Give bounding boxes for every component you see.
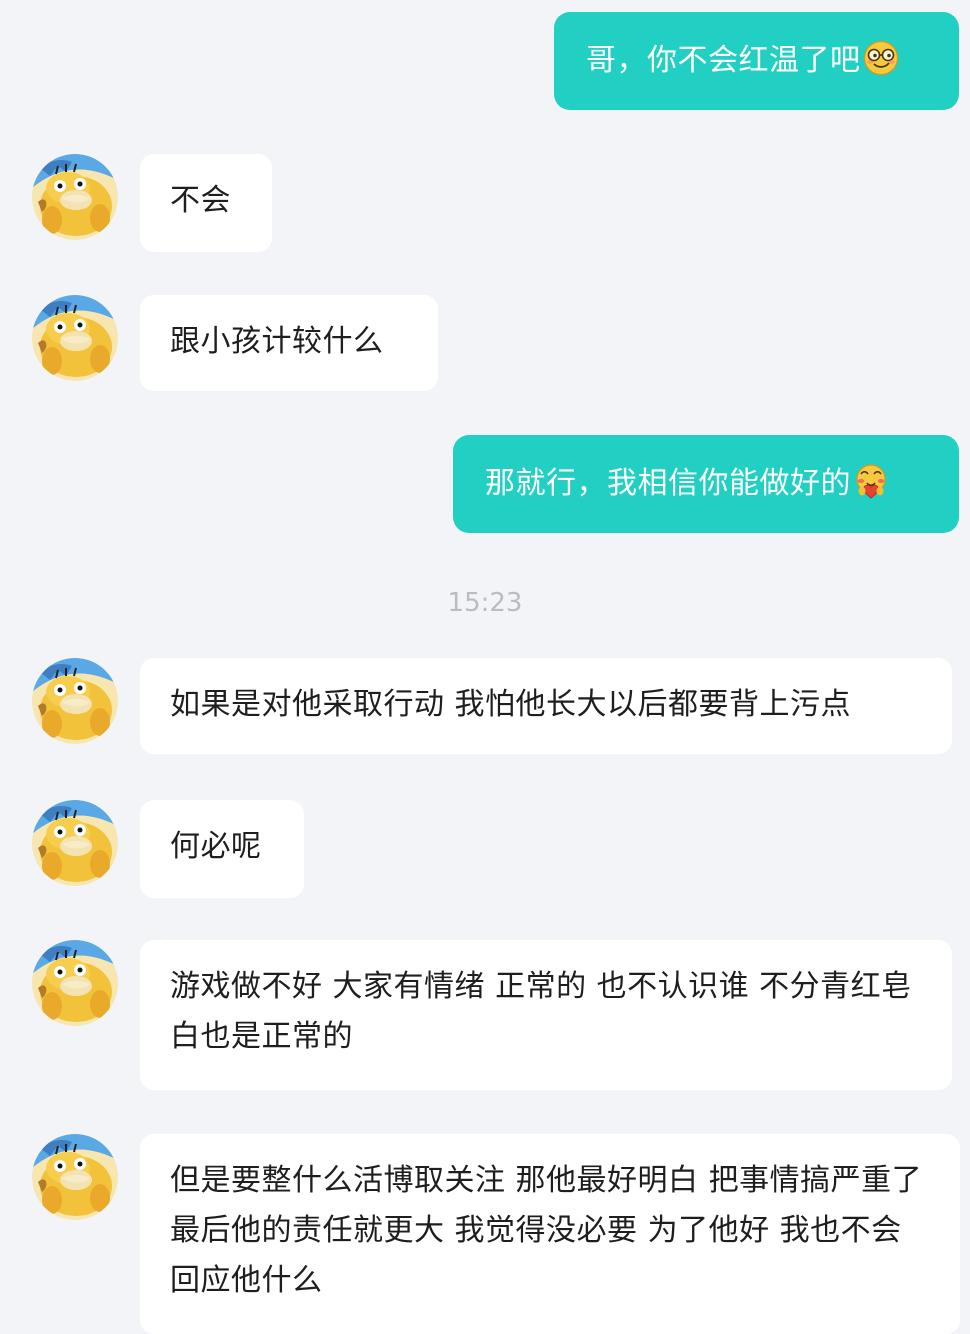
incoming-message-bubble[interactable]: 跟小孩计较什么 (140, 295, 438, 391)
message-text: 哥，你不会红温了吧 (586, 43, 861, 78)
smirk-glasses-emoji-icon (863, 40, 899, 76)
outgoing-message-bubble[interactable]: 哥，你不会红温了吧 (554, 12, 959, 110)
psyduck-avatar-icon[interactable] (32, 1134, 118, 1220)
psyduck-avatar-icon[interactable] (32, 154, 118, 240)
message-text: 那就行，我相信你能做好的 (485, 466, 851, 501)
message-text: 游戏做不好 大家有情绪 正常的 也不认识谁 不分青红皂白也是正常的 (170, 969, 912, 1054)
chat-view[interactable]: 哥，你不会红温了吧 不会 跟小孩计较什么 那就行，我相信你能做好的 15:23 … (0, 0, 970, 1334)
incoming-message-bubble[interactable]: 不会 (140, 154, 272, 252)
incoming-message-bubble[interactable]: 游戏做不好 大家有情绪 正常的 也不认识谁 不分青红皂白也是正常的 (140, 940, 952, 1090)
psyduck-avatar-icon[interactable] (32, 295, 118, 381)
incoming-message-bubble[interactable]: 如果是对他采取行动 我怕他长大以后都要背上污点 (140, 658, 952, 754)
message-text: 何必呢 (170, 829, 262, 864)
psyduck-avatar-icon[interactable] (32, 940, 118, 1026)
message-text: 跟小孩计较什么 (170, 324, 384, 359)
psyduck-avatar-icon[interactable] (32, 658, 118, 744)
incoming-message-bubble[interactable]: 何必呢 (140, 800, 304, 898)
incoming-message-bubble[interactable]: 但是要整什么活博取关注 那他最好明白 把事情搞严重了 最后他的责任就更大 我觉得… (140, 1134, 960, 1334)
message-text: 但是要整什么活博取关注 那他最好明白 把事情搞严重了 最后他的责任就更大 我觉得… (170, 1163, 923, 1298)
blushing-heart-emoji-icon (853, 463, 889, 499)
outgoing-message-bubble[interactable]: 那就行，我相信你能做好的 (453, 435, 959, 533)
message-text: 如果是对他采取行动 我怕他长大以后都要背上污点 (170, 687, 852, 722)
psyduck-avatar-icon[interactable] (32, 800, 118, 886)
message-text: 不会 (170, 183, 231, 218)
message-timestamp: 15:23 (447, 588, 523, 618)
